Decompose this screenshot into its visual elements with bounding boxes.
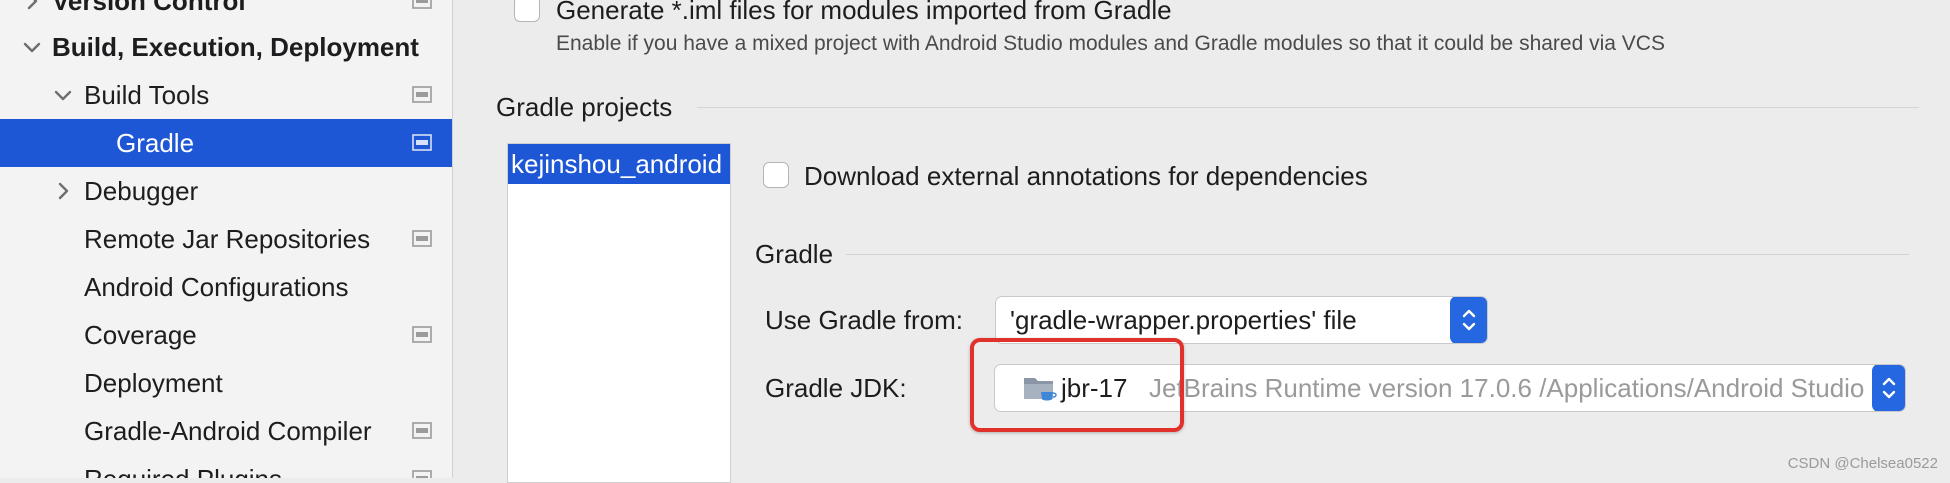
select-arrows-icon[interactable] xyxy=(1450,297,1487,343)
sidebar-item-coverage[interactable]: Coverage xyxy=(0,311,452,359)
gradle-projects-title: Gradle projects xyxy=(496,92,673,122)
use-gradle-from-label: Use Gradle from: xyxy=(765,305,963,335)
sidebar-item-deployment[interactable]: Deployment xyxy=(0,359,452,407)
download-annotations-label: Download external annotations for depend… xyxy=(804,161,1368,191)
sidebar-item-label: Build, Execution, Deployment xyxy=(52,32,419,62)
sidebar-item-label: Build Tools xyxy=(84,80,210,110)
gradle-projects-list[interactable]: kejinshou_android xyxy=(507,143,731,483)
sidebar-item-label: Deployment xyxy=(84,368,223,398)
sidebar-item-label: Required Plugins xyxy=(84,455,282,478)
select-arrows-icon[interactable] xyxy=(1872,365,1905,411)
project-level-icon xyxy=(412,470,432,478)
sidebar-item-label: Coverage xyxy=(84,320,197,350)
sidebar-item-label: Gradle-Android Compiler xyxy=(84,416,372,446)
gradle-settings-panel: Generate *.iml files for modules importe… xyxy=(453,0,1950,483)
sidebar-item-required-plugins[interactable]: Required Plugins xyxy=(0,455,452,478)
project-level-icon xyxy=(412,86,432,103)
generate-iml-description: Enable if you have a mixed project with … xyxy=(556,32,1665,55)
gradle-section-title: Gradle xyxy=(755,239,834,269)
generate-iml-label: Generate *.iml files for modules importe… xyxy=(556,0,1172,25)
project-level-icon xyxy=(412,422,432,439)
gradle-jdk-detail: JetBrains Runtime version 17.0.6 /Applic… xyxy=(1149,373,1865,403)
sidebar-item-label: Android Configurations xyxy=(84,272,349,302)
sidebar-item-build-tools[interactable]: Build Tools xyxy=(0,71,452,119)
sidebar-item-label: Version Control xyxy=(52,0,246,16)
project-level-icon xyxy=(412,134,432,151)
sidebar-item-label: Debugger xyxy=(84,176,199,206)
project-level-icon xyxy=(412,230,432,247)
chevron-down-icon[interactable] xyxy=(16,31,48,63)
use-gradle-from-select[interactable]: 'gradle-wrapper.properties' file xyxy=(995,296,1488,344)
sidebar-item-remote-jar-repositories[interactable]: Remote Jar Repositories xyxy=(0,215,452,263)
sidebar-item-android-configurations[interactable]: Android Configurations xyxy=(0,263,452,311)
settings-sidebar: Version Control Build, Execution, Deploy… xyxy=(0,0,453,478)
chevron-right-icon[interactable] xyxy=(16,0,48,17)
project-list-item[interactable]: kejinshou_android xyxy=(508,144,730,184)
project-level-icon xyxy=(412,326,432,343)
section-divider xyxy=(846,254,1909,255)
annotation-highlight-box xyxy=(970,338,1184,432)
watermark: CSDN @Chelsea0522 xyxy=(1787,455,1938,472)
project-level-icon xyxy=(412,0,432,9)
use-gradle-from-value: 'gradle-wrapper.properties' file xyxy=(1010,305,1357,335)
sidebar-item-label: Gradle xyxy=(116,128,195,158)
sidebar-item-version-control[interactable]: Version Control xyxy=(0,0,452,25)
chevron-right-icon[interactable] xyxy=(47,175,79,207)
sidebar-item-gradle[interactable]: Gradle xyxy=(0,119,452,167)
sidebar-item-label: Remote Jar Repositories xyxy=(84,224,371,254)
gradle-jdk-label: Gradle JDK: xyxy=(765,373,907,403)
sidebar-item-build-execution-deployment[interactable]: Build, Execution, Deployment xyxy=(0,23,452,71)
section-divider xyxy=(697,107,1919,108)
download-annotations-checkbox[interactable] xyxy=(763,162,789,188)
sidebar-item-debugger[interactable]: Debugger xyxy=(0,167,452,215)
sidebar-item-gradle-android-compiler[interactable]: Gradle-Android Compiler xyxy=(0,407,452,455)
generate-iml-checkbox[interactable] xyxy=(514,0,540,22)
chevron-down-icon[interactable] xyxy=(47,79,79,111)
